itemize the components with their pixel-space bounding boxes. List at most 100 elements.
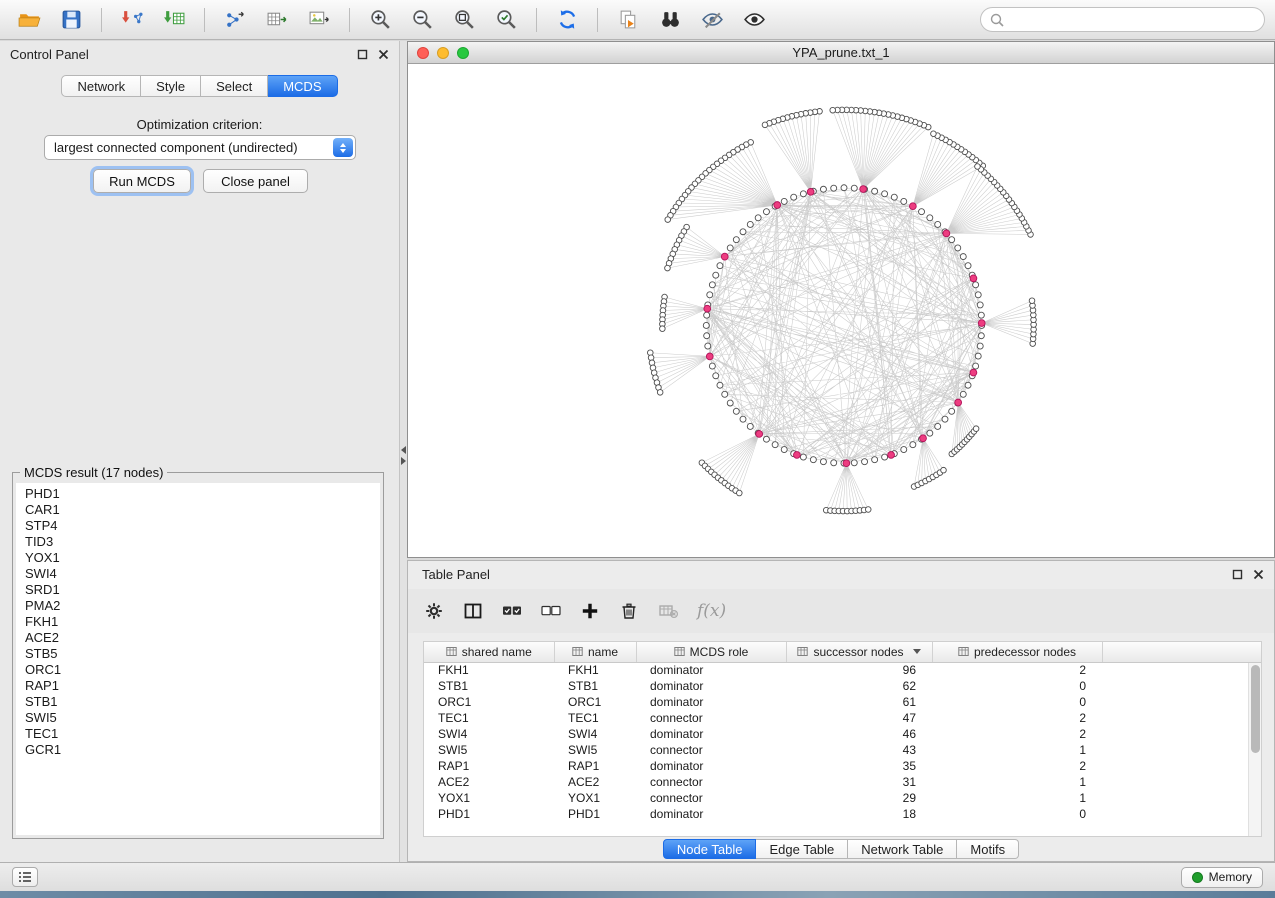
network-node[interactable] <box>713 373 719 379</box>
network-leaf-node[interactable] <box>665 217 671 223</box>
search-input[interactable] <box>1010 13 1255 27</box>
tab-node-table[interactable]: Node Table <box>663 839 757 859</box>
network-node[interactable] <box>727 245 733 251</box>
zoom-selected-button[interactable] <box>487 5 525 35</box>
table-row[interactable]: YOX1YOX1connector291 <box>424 790 1261 806</box>
panel-splitter[interactable] <box>400 41 407 862</box>
network-hub-node[interactable] <box>704 305 711 312</box>
close-panel-icon[interactable] <box>378 49 389 60</box>
network-node[interactable] <box>919 209 925 215</box>
network-node[interactable] <box>740 229 746 235</box>
network-node[interactable] <box>713 272 719 278</box>
network-node[interactable] <box>872 457 878 463</box>
search-box[interactable] <box>980 7 1265 32</box>
network-node[interactable] <box>704 333 710 339</box>
float-panel-icon[interactable] <box>1232 569 1243 580</box>
network-node[interactable] <box>707 292 713 298</box>
network-canvas[interactable] <box>408 64 1274 557</box>
network-leaf-node[interactable] <box>973 426 979 432</box>
hide-selected-button[interactable] <box>693 5 731 35</box>
network-node[interactable] <box>781 447 787 453</box>
zoom-out-button[interactable] <box>403 5 441 35</box>
network-leaf-node[interactable] <box>931 131 937 137</box>
criterion-dropdown[interactable]: largest connected component (undirected) <box>44 135 356 160</box>
network-leaf-node[interactable] <box>657 390 663 396</box>
network-hub-node[interactable] <box>860 186 867 193</box>
network-leaf-node[interactable] <box>737 490 743 496</box>
network-node[interactable] <box>872 188 878 194</box>
close-panel-button[interactable]: Close panel <box>203 169 308 193</box>
network-hub-node[interactable] <box>955 399 962 406</box>
network-node[interactable] <box>978 333 984 339</box>
window-close-button[interactable] <box>417 47 429 59</box>
window-zoom-button[interactable] <box>457 47 469 59</box>
delete-column-icon[interactable] <box>619 601 639 621</box>
table-row[interactable]: TEC1TEC1connector472 <box>424 710 1261 726</box>
network-node[interactable] <box>709 363 715 369</box>
float-panel-icon[interactable] <box>357 49 368 60</box>
network-node[interactable] <box>977 343 983 349</box>
network-leaf-node[interactable] <box>975 164 981 170</box>
network-leaf-node[interactable] <box>1029 298 1035 304</box>
table-row[interactable]: RAP1RAP1dominator352 <box>424 758 1261 774</box>
network-node[interactable] <box>973 282 979 288</box>
network-node[interactable] <box>960 254 966 260</box>
network-node[interactable] <box>717 382 723 388</box>
mcds-result-item[interactable]: ACE2 <box>16 630 380 646</box>
import-table-button[interactable] <box>155 5 193 35</box>
memory-button[interactable]: Memory <box>1181 867 1263 888</box>
mcds-result-item[interactable]: SWI4 <box>16 566 380 582</box>
splitter-handle-icon[interactable] <box>400 446 407 465</box>
table-row[interactable]: SWI4SWI4dominator462 <box>424 726 1261 742</box>
network-node[interactable] <box>810 457 816 463</box>
network-node[interactable] <box>949 237 955 243</box>
network-node[interactable] <box>703 322 709 328</box>
network-hub-node[interactable] <box>943 230 950 237</box>
window-minimize-button[interactable] <box>437 47 449 59</box>
network-hub-node[interactable] <box>793 452 800 459</box>
network-node[interactable] <box>717 263 723 269</box>
network-node[interactable] <box>851 460 857 466</box>
open-session-button[interactable] <box>10 5 48 35</box>
network-node[interactable] <box>820 186 826 192</box>
mcds-result-item[interactable]: RAP1 <box>16 678 380 694</box>
network-node[interactable] <box>791 194 797 200</box>
mcds-result-item[interactable]: PHD1 <box>16 486 380 502</box>
network-node[interactable] <box>862 459 868 465</box>
network-hub-node[interactable] <box>888 452 895 459</box>
network-node[interactable] <box>781 198 787 204</box>
network-node[interactable] <box>722 391 728 397</box>
copy-view-button[interactable] <box>609 5 647 35</box>
network-hub-node[interactable] <box>909 203 916 210</box>
network-node[interactable] <box>800 454 806 460</box>
column-header-successor-nodes[interactable]: successor nodes <box>786 642 932 662</box>
network-node[interactable] <box>755 215 761 221</box>
mcds-result-item[interactable]: TEC1 <box>16 726 380 742</box>
network-node[interactable] <box>935 423 941 429</box>
network-node[interactable] <box>955 245 961 251</box>
tab-style[interactable]: Style <box>141 75 201 97</box>
network-node[interactable] <box>831 185 837 191</box>
close-panel-icon[interactable] <box>1253 569 1264 580</box>
tab-motifs[interactable]: Motifs <box>957 839 1019 859</box>
network-node[interactable] <box>975 292 981 298</box>
tab-mcds[interactable]: MCDS <box>268 75 337 97</box>
network-node[interactable] <box>901 198 907 204</box>
network-node[interactable] <box>704 312 710 318</box>
network-node[interactable] <box>709 282 715 288</box>
import-network-button[interactable] <box>113 5 151 35</box>
network-hub-node[interactable] <box>807 188 814 195</box>
network-leaf-node[interactable] <box>648 355 654 361</box>
network-node[interactable] <box>891 194 897 200</box>
tab-network-table[interactable]: Network Table <box>848 839 957 859</box>
table-row[interactable]: ACE2ACE2connector311 <box>424 774 1261 790</box>
mcds-result-list[interactable]: PHD1CAR1STP4TID3YOX1SWI4SRD1PMA2FKH1ACE2… <box>16 483 380 835</box>
network-node[interactable] <box>841 185 847 191</box>
mcds-result-item[interactable]: GCR1 <box>16 742 380 758</box>
column-header-name[interactable]: name <box>554 642 636 662</box>
show-all-button[interactable] <box>735 5 773 35</box>
network-node[interactable] <box>978 312 984 318</box>
select-all-icon[interactable] <box>502 601 522 621</box>
network-hub-node[interactable] <box>978 320 985 327</box>
table-row[interactable]: FKH1FKH1dominator962 <box>424 662 1261 678</box>
